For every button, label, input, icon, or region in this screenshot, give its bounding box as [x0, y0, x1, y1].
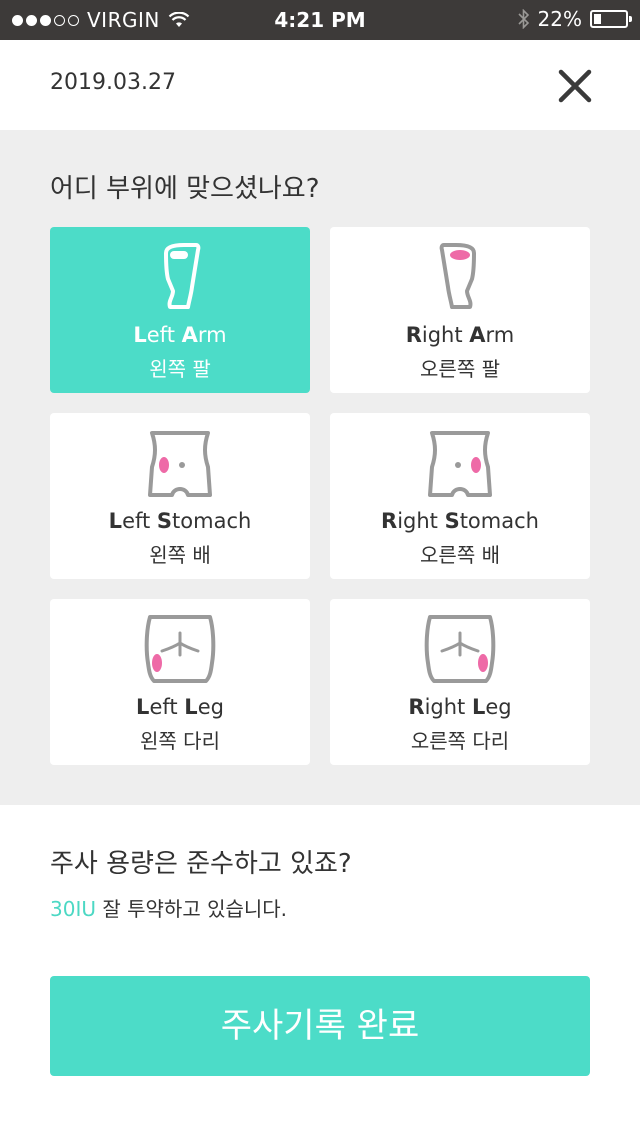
navel-icon [455, 462, 461, 468]
site-label-en: Left Leg [136, 695, 224, 719]
site-card-right-arm[interactable]: Right Arm 오른쪽 팔 [330, 227, 590, 393]
site-label-ko: 왼쪽 배 [149, 543, 211, 567]
injection-marker [450, 250, 470, 260]
complete-record-button[interactable]: 주사기록 완료 [50, 976, 590, 1076]
site-label-ko: 오른쪽 다리 [410, 729, 510, 753]
site-label-ko: 왼쪽 팔 [149, 357, 211, 381]
dose-text: 잘 투약하고 있습니다. [96, 897, 288, 921]
right-leg-icon [424, 615, 496, 683]
site-card-right-stomach[interactable]: Right Stomach 오른쪽 배 [330, 413, 590, 579]
site-question: 어디 부위에 맞으셨나요? [50, 174, 320, 204]
injection-marker [159, 457, 169, 473]
injection-marker [170, 251, 188, 259]
battery-level [594, 14, 601, 24]
site-label-en: Right Stomach [381, 509, 539, 533]
status-bar: VIRGIN 4:21 PM 22% [0, 0, 640, 40]
site-label-ko: 오른쪽 배 [420, 543, 500, 567]
site-label-en: Right Arm [405, 323, 515, 347]
dose-amount: 30IU [50, 897, 96, 921]
navel-icon [179, 462, 185, 468]
site-card-left-leg[interactable]: Left Leg 왼쪽 다리 [50, 599, 310, 765]
bluetooth-icon [517, 9, 529, 29]
dose-question: 주사 용량은 준수하고 있죠? [50, 849, 352, 879]
injection-marker [478, 654, 488, 672]
header: 2019.03.27 [0, 40, 640, 130]
injection-marker [471, 457, 481, 473]
injection-site-section: 어디 부위에 맞으셨나요? Left Arm 왼쪽 팔 Right Arm 오른… [0, 130, 640, 805]
site-label-en: Right Leg [408, 695, 512, 719]
site-label-ko: 오른쪽 팔 [420, 357, 500, 381]
site-card-left-stomach[interactable]: Left Stomach 왼쪽 배 [50, 413, 310, 579]
left-arm-icon [164, 243, 201, 309]
right-arm-icon [439, 243, 476, 309]
record-date: 2019.03.27 [50, 70, 176, 95]
battery-icon [590, 10, 632, 28]
site-label-en: Left Stomach [108, 509, 252, 533]
site-card-left-arm[interactable]: Left Arm 왼쪽 팔 [50, 227, 310, 393]
right-stomach-icon [428, 431, 492, 497]
left-leg-icon [144, 615, 216, 683]
site-label-ko: 왼쪽 다리 [140, 729, 220, 753]
left-stomach-icon [148, 431, 212, 497]
status-right: 22% [517, 7, 632, 31]
battery-percent: 22% [537, 7, 582, 31]
injection-marker [152, 654, 162, 672]
close-icon[interactable] [555, 66, 595, 106]
site-label-en: Left Arm [133, 323, 227, 347]
site-card-right-leg[interactable]: Right Leg 오른쪽 다리 [330, 599, 590, 765]
dose-status: 30IU 잘 투약하고 있습니다. [50, 893, 287, 922]
